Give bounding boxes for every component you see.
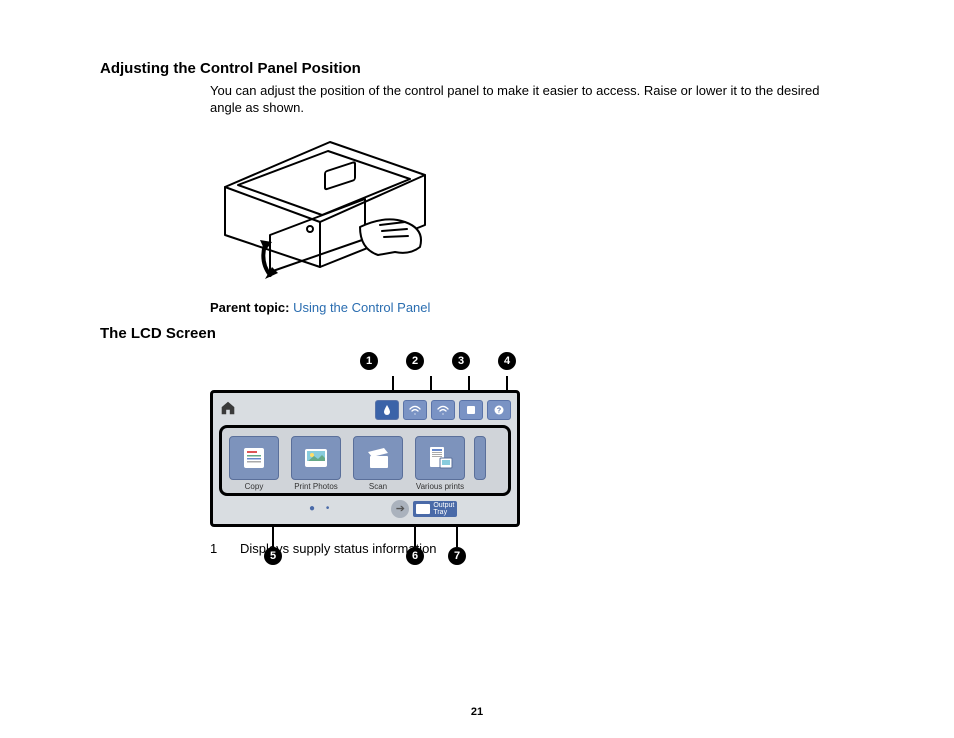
home-icon <box>219 399 237 420</box>
lcd-illustration: 1 2 3 4 <box>210 352 520 527</box>
tile-label: Scan <box>350 482 406 491</box>
copy-icon <box>229 436 279 480</box>
ink-status-icon <box>375 400 399 420</box>
callout-5: 5 <box>264 547 282 565</box>
tile-partial <box>474 436 484 491</box>
section1-heading: Adjusting the Control Panel Position <box>100 60 854 77</box>
photo-icon <box>291 436 341 480</box>
output-tray-button: Output Tray <box>413 501 457 517</box>
parent-topic-label: Parent topic: <box>210 300 289 315</box>
wifi-icon <box>403 400 427 420</box>
callout-2: 2 <box>406 352 424 370</box>
callout-3: 3 <box>452 352 470 370</box>
svg-text:?: ? <box>497 407 501 414</box>
printer-illustration <box>210 127 854 290</box>
tile-label: Copy <box>226 482 282 491</box>
page-dots: ● • <box>309 503 333 514</box>
wifi-direct-icon <box>431 400 455 420</box>
quiet-mode-icon <box>459 400 483 420</box>
help-icon: ? <box>487 400 511 420</box>
page-number: 21 <box>0 706 954 718</box>
parent-topic-link[interactable]: Using the Control Panel <box>293 300 430 315</box>
lcd-screen: ? Copy Print Photos <box>210 390 520 527</box>
tile-label: Print Photos <box>288 482 344 491</box>
tile-print-photos: Print Photos <box>288 436 344 491</box>
tile-various-prints: Various prints <box>412 436 468 491</box>
various-prints-icon <box>415 436 465 480</box>
tile-label: Various prints <box>412 482 468 491</box>
tile-copy: Copy <box>226 436 282 491</box>
scan-icon <box>353 436 403 480</box>
callout-6: 6 <box>406 547 424 565</box>
callout-4: 4 <box>498 352 516 370</box>
tile-scan: Scan <box>350 436 406 491</box>
section2-heading: The LCD Screen <box>100 325 854 342</box>
section1-body: You can adjust the position of the contr… <box>210 83 854 117</box>
next-arrow-icon: ➔ <box>391 500 409 518</box>
callout-1: 1 <box>360 352 378 370</box>
parent-topic: Parent topic: Using the Control Panel <box>210 300 854 315</box>
callout-7: 7 <box>448 547 466 565</box>
